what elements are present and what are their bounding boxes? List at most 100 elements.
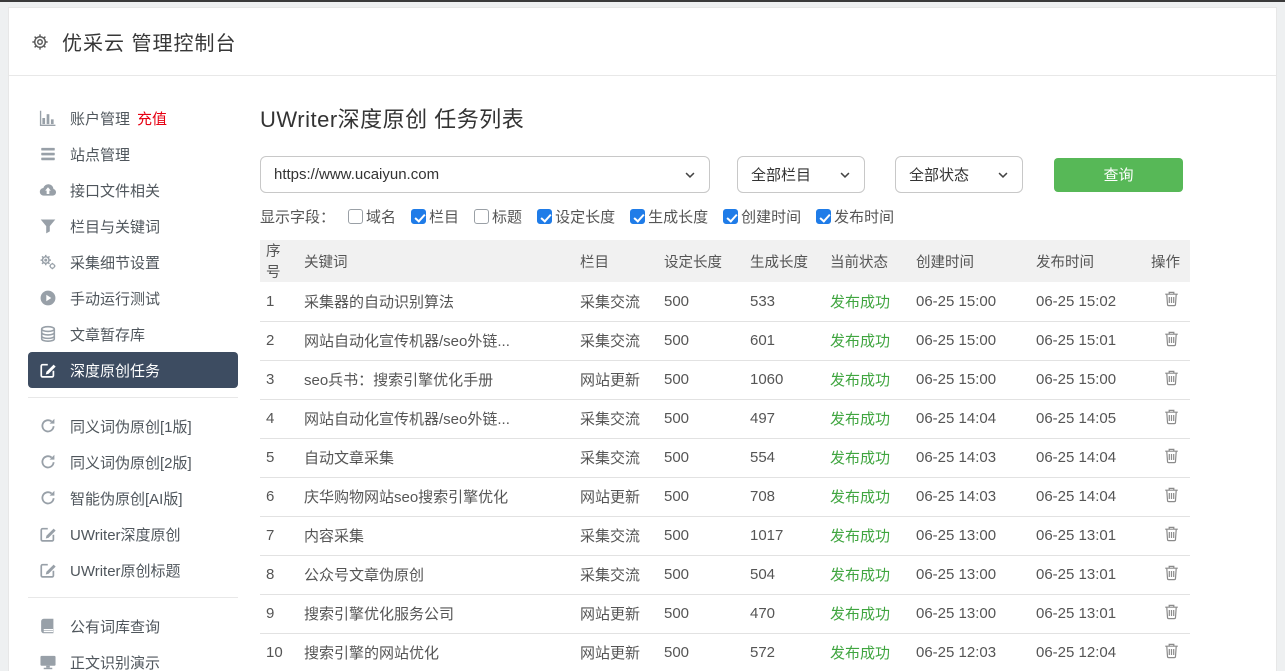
keyword-cell: 内容采集 <box>298 516 574 555</box>
keyword-cell: 自动文章采集 <box>298 438 574 477</box>
sidebar-item-label: 公有词库查询 <box>70 616 160 637</box>
column-header: 设定长度 <box>658 240 744 282</box>
column-header: 当前状态 <box>824 240 910 282</box>
sidebar-item[interactable]: 采集细节设置 <box>28 244 238 280</box>
status-cell: 发布成功 <box>824 399 910 438</box>
query-button[interactable]: 查询 <box>1054 158 1183 192</box>
delete-button[interactable] <box>1163 486 1180 504</box>
sidebar-item[interactable]: 正文识别演示 <box>28 644 238 671</box>
published-cell: 06-25 13:01 <box>1030 516 1145 555</box>
delete-button[interactable] <box>1163 369 1180 387</box>
field-checkbox[interactable] <box>630 209 645 224</box>
sidebar-item[interactable]: 文章暂存库 <box>28 316 238 352</box>
trash-icon <box>1163 564 1180 582</box>
row-index: 4 <box>260 399 298 438</box>
sidebar-item[interactable]: 手动运行测试 <box>28 280 238 316</box>
created-cell: 06-25 15:00 <box>910 321 1030 360</box>
display-field-option[interactable]: 栏目 <box>411 206 459 227</box>
keyword-cell: 庆华购物网站seo搜索引擎优化 <box>298 477 574 516</box>
site-select[interactable]: https://www.ucaiyun.com <box>260 156 710 193</box>
display-field-option[interactable]: 域名 <box>348 206 396 227</box>
field-checkbox[interactable] <box>537 209 552 224</box>
sidebar-item-label: 同义词伪原创[1版] <box>70 416 192 437</box>
app-window: 优采云 管理控制台 账户管理 充值 站点管理 <box>8 7 1277 671</box>
field-checkbox[interactable] <box>348 209 363 224</box>
edit-square-icon <box>39 361 57 379</box>
edit-square-icon <box>39 525 57 543</box>
keyword-cell: 搜索引擎的网站优化 <box>298 633 574 671</box>
sidebar-item-label: 智能伪原创[AI版] <box>70 488 183 509</box>
keyword-cell: 采集器的自动识别算法 <box>298 282 574 321</box>
sidebar-item[interactable]: 栏目与关键词 <box>28 208 238 244</box>
set-length-cell: 500 <box>658 282 744 321</box>
sidebar-item[interactable]: 接口文件相关 <box>28 172 238 208</box>
field-label: 发布时间 <box>834 206 894 227</box>
trash-icon <box>1163 642 1180 660</box>
created-cell: 06-25 15:00 <box>910 360 1030 399</box>
sidebar-item[interactable]: 站点管理 <box>28 136 238 172</box>
display-field-option[interactable]: 生成长度 <box>630 206 708 227</box>
delete-button[interactable] <box>1163 330 1180 348</box>
delete-button[interactable] <box>1163 642 1180 660</box>
trash-icon <box>1163 369 1180 387</box>
set-length-cell: 500 <box>658 438 744 477</box>
tasks-table: 序号关键词栏目设定长度生成长度当前状态创建时间发布时间操作 1 采集器的自动识别… <box>260 240 1190 671</box>
display-field-option[interactable]: 发布时间 <box>816 206 894 227</box>
gen-length-cell: 533 <box>744 282 824 321</box>
sidebar-item[interactable]: 智能伪原创[AI版] <box>28 480 238 516</box>
sidebar-item-label: UWriter原创标题 <box>70 560 181 581</box>
display-field-option[interactable]: 标题 <box>474 206 522 227</box>
delete-button[interactable] <box>1163 447 1180 465</box>
sidebar-item-label: 手动运行测试 <box>70 288 160 309</box>
field-checkbox[interactable] <box>411 209 426 224</box>
sidebar-item[interactable]: 账户管理 充值 <box>28 100 238 136</box>
sidebar-item-label: 栏目与关键词 <box>70 216 160 237</box>
trash-icon <box>1163 525 1180 543</box>
field-checkbox[interactable] <box>816 209 831 224</box>
display-field-option[interactable]: 创建时间 <box>723 206 801 227</box>
delete-button[interactable] <box>1163 525 1180 543</box>
column-header: 生成长度 <box>744 240 824 282</box>
category-select[interactable]: 全部栏目 <box>737 156 865 193</box>
published-cell: 06-25 15:02 <box>1030 282 1145 321</box>
row-index: 1 <box>260 282 298 321</box>
status-cell: 发布成功 <box>824 438 910 477</box>
sidebar-item[interactable]: 同义词伪原创[2版] <box>28 444 238 480</box>
sidebar-item[interactable]: UWriter深度原创 <box>28 516 238 552</box>
published-cell: 06-25 14:05 <box>1030 399 1145 438</box>
status-cell: 发布成功 <box>824 477 910 516</box>
trash-icon <box>1163 290 1180 308</box>
delete-button[interactable] <box>1163 564 1180 582</box>
delete-button[interactable] <box>1163 290 1180 308</box>
row-index: 2 <box>260 321 298 360</box>
sidebar-item[interactable]: 深度原创任务 <box>28 352 238 388</box>
sidebar-item[interactable]: UWriter原创标题 <box>28 552 238 588</box>
set-length-cell: 500 <box>658 399 744 438</box>
field-label: 生成长度 <box>648 206 708 227</box>
keyword-cell: 网站自动化宣传机器/seo外链... <box>298 321 574 360</box>
sidebar-item[interactable]: 公有词库查询 <box>28 608 238 644</box>
field-label: 栏目 <box>429 206 459 227</box>
sidebar-item-label: 采集细节设置 <box>70 252 160 273</box>
published-cell: 06-25 15:01 <box>1030 321 1145 360</box>
delete-button[interactable] <box>1163 408 1180 426</box>
sidebar-item-label: 接口文件相关 <box>70 180 160 201</box>
table-row: 6 庆华购物网站seo搜索引擎优化 网站更新 500 708 发布成功 06-2… <box>260 477 1190 516</box>
table-row: 2 网站自动化宣传机器/seo外链... 采集交流 500 601 发布成功 0… <box>260 321 1190 360</box>
site-select-value: https://www.ucaiyun.com <box>274 166 439 183</box>
row-index: 7 <box>260 516 298 555</box>
chevron-down-icon <box>683 168 697 182</box>
set-length-cell: 500 <box>658 594 744 633</box>
display-fields-row: 显示字段： 域名 栏目 <box>260 206 1276 227</box>
delete-button[interactable] <box>1163 603 1180 621</box>
sidebar-item[interactable]: 同义词伪原创[1版] <box>28 408 238 444</box>
published-cell: 06-25 13:01 <box>1030 594 1145 633</box>
created-cell: 06-25 13:00 <box>910 555 1030 594</box>
recharge-badge[interactable]: 充值 <box>137 108 167 129</box>
category-select-value: 全部栏目 <box>751 164 811 185</box>
gear-icon <box>31 33 49 51</box>
field-checkbox[interactable] <box>474 209 489 224</box>
display-field-option[interactable]: 设定长度 <box>537 206 615 227</box>
field-checkbox[interactable] <box>723 209 738 224</box>
status-select[interactable]: 全部状态 <box>895 156 1023 193</box>
